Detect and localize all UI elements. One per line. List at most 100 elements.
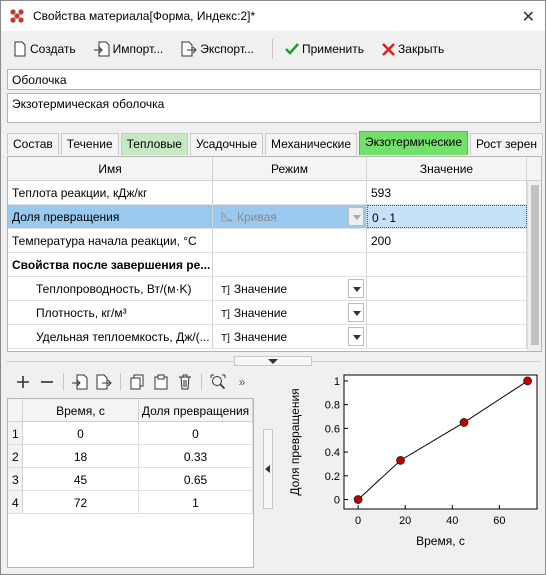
toolbar-separator [272,39,273,59]
zoom-fit-icon[interactable] [206,371,230,393]
paste-icon[interactable] [149,371,173,393]
grid-row-post-reaction-group[interactable]: Свойства после завершения ре... [8,253,541,277]
collapse-splitter-handle[interactable] [234,356,312,366]
mode-select-curve[interactable]: Кривая [213,205,367,228]
export-label: Экспорт... [200,42,254,56]
main-toolbar: Создать Импорт... Экспорт... Применить З… [1,35,545,63]
remove-row-icon[interactable] [35,371,59,393]
close-button[interactable]: Закрыть [376,37,450,61]
mode-select-value[interactable]: T] Значение [213,277,367,300]
delete-icon[interactable] [173,371,197,393]
grid-scrollbar[interactable] [527,181,541,351]
mode-dropdown-arrow[interactable] [348,327,364,346]
tab-composition[interactable]: Состав [7,133,59,155]
time-cell[interactable]: 45 [23,468,139,491]
row-value[interactable]: 593 [367,181,527,204]
scrollbar-thumb[interactable] [531,185,539,345]
fraction-cell[interactable]: 0.65 [139,468,253,491]
row-value[interactable] [367,301,527,324]
create-button[interactable]: Создать [7,37,82,61]
red-x-icon [382,42,395,56]
column-mode-header[interactable]: Режим [213,157,367,180]
grid-row-heat-of-reaction[interactable]: Теплота реакции, кДж/кг 593 [8,181,541,205]
apply-button[interactable]: Применить [279,37,370,61]
export-icon [181,41,197,57]
table-header-row: Время, с Доля превращения [8,399,253,422]
add-row-icon[interactable] [11,371,35,393]
toolbar-separator [120,373,121,391]
grid-row-specific-heat[interactable]: Удельная теплоемкость, Дж/(... T] Значени… [8,325,541,349]
apply-label: Применить [302,42,365,56]
row-name: Удельная теплоемкость, Дж/(... [8,325,213,348]
mode-dropdown-arrow[interactable] [348,303,364,322]
y-tick-label: 0.6 [325,423,340,435]
grid-row-thermal-conductivity[interactable]: Теплопроводность, Вт/(м·K) T] Значение [8,277,541,301]
copy-icon[interactable] [125,371,149,393]
row-mode [213,253,367,276]
row-name: Температура начала реакции, °C [8,229,213,252]
row-number: 1 [8,422,23,445]
row-value[interactable] [367,277,527,300]
close-icon[interactable]: ✕ [522,7,535,27]
fraction-cell[interactable]: 0.33 [139,445,253,468]
row-name: Теплопроводность, Вт/(м·K) [8,277,213,300]
row-name: Теплота реакции, кДж/кг [8,181,213,204]
fraction-cell[interactable]: 0 [139,422,253,445]
toolbar-separator [201,373,202,391]
import-table-icon[interactable] [68,371,92,393]
material-name-field[interactable]: Оболочка [7,69,541,90]
checkmark-icon [285,43,299,55]
more-chevron-icon[interactable]: » [230,371,254,393]
data-point [353,495,363,504]
grid-row-start-temperature[interactable]: Температура начала реакции, °C 200 [8,229,541,253]
row-value[interactable]: 0 - 1 [367,205,527,228]
import-button[interactable]: Импорт... [88,37,170,61]
tab-flow[interactable]: Течение [60,133,119,155]
x-tick-label: 0 [355,515,361,527]
value-mode-icon: T] [221,309,230,320]
table-row[interactable]: 2 18 0.33 [8,445,253,468]
column-value-header[interactable]: Значение [367,157,527,180]
tab-mechanical[interactable]: Механические [265,133,357,155]
table-chart-splitter-handle[interactable] [263,429,273,509]
export-button[interactable]: Экспорт... [175,37,260,61]
tab-exothermic[interactable]: Экзотермические [359,131,469,155]
row-mode [213,181,367,204]
row-name: Доля превращения [8,205,213,228]
fraction-column-header[interactable]: Доля превращения [139,399,253,422]
grid-row-conversion-fraction[interactable]: Доля превращения Кривая 0 - 1 [8,205,541,229]
import-label: Импорт... [112,42,164,56]
table-row[interactable]: 1 0 0 [8,422,253,445]
y-tick-label: 0 [334,495,340,507]
mode-dropdown-arrow[interactable] [348,279,364,298]
row-name: Плотность, кг/м³ [8,301,213,324]
properties-grid: Имя Режим Значение Теплота реакции, кДж/… [7,156,542,352]
corner-header [8,399,23,422]
mode-label: Значение [233,306,288,320]
curve-data-table: Время, с Доля превращения 1 0 0 2 18 0.3… [7,398,254,568]
material-description-field[interactable]: Экзотермическая оболочка [7,93,541,123]
mode-select-value[interactable]: T] Значение [213,301,367,324]
table-row[interactable]: 4 72 1 [8,491,253,514]
tab-shrinkage[interactable]: Усадочные [189,133,264,155]
row-number: 3 [8,468,23,491]
tab-thermal[interactable]: Тепловые [120,133,188,155]
create-label: Создать [30,42,76,56]
value-mode-icon: T] [221,285,230,296]
column-name-header[interactable]: Имя [8,157,213,180]
time-column-header[interactable]: Время, с [23,399,139,422]
export-table-icon[interactable] [92,371,116,393]
fraction-cell[interactable]: 1 [139,491,253,514]
tab-grain-growth[interactable]: Рост зерен [470,133,544,155]
time-cell[interactable]: 72 [23,491,139,514]
mode-dropdown-arrow[interactable] [348,207,364,226]
row-value[interactable]: 200 [367,229,527,252]
time-cell[interactable]: 18 [23,445,139,468]
row-value[interactable] [367,325,527,348]
grid-row-density[interactable]: Плотность, кг/м³ T] Значение [8,301,541,325]
mode-select-value[interactable]: T] Значение [213,325,367,348]
time-cell[interactable]: 0 [23,422,139,445]
y-tick-label: 0.8 [325,400,340,412]
data-point [459,418,469,427]
table-row[interactable]: 3 45 0.65 [8,468,253,491]
